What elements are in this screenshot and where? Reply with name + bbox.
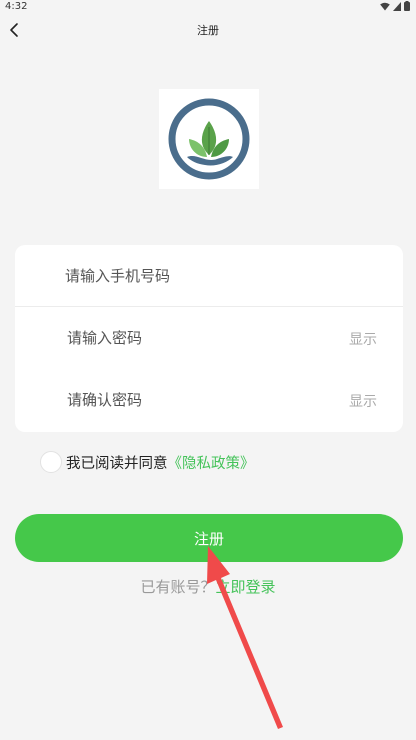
signal-icon xyxy=(393,1,401,11)
status-time: 4:32 xyxy=(5,1,28,12)
leaf-logo-icon xyxy=(168,98,250,180)
nav-bar: 注册 xyxy=(0,15,416,45)
status-icons xyxy=(380,1,410,11)
app-logo xyxy=(159,89,259,189)
wifi-icon xyxy=(380,2,390,10)
phone-field-row xyxy=(15,245,403,307)
login-row: 已有账号？立即登录 xyxy=(0,576,416,597)
show-confirm-password-toggle[interactable]: 显示 xyxy=(349,391,377,411)
confirm-password-input[interactable] xyxy=(67,369,337,431)
status-bar: 4:32 xyxy=(0,0,416,15)
agreement-checkbox[interactable] xyxy=(40,451,62,473)
page-title: 注册 xyxy=(197,24,219,37)
agreement-row: 我已阅读并同意 《隐私政策》 xyxy=(40,450,255,474)
battery-icon xyxy=(404,1,410,11)
login-link[interactable]: 立即登录 xyxy=(216,578,276,596)
confirm-password-field-row: 显示 xyxy=(15,369,403,431)
password-field-row: 显示 xyxy=(15,307,403,369)
have-account-text: 已有账号？ xyxy=(140,578,216,596)
phone-input[interactable] xyxy=(65,245,335,307)
privacy-policy-link[interactable]: 《隐私政策》 xyxy=(168,452,255,473)
agreement-text: 我已阅读并同意 xyxy=(66,455,168,472)
password-input[interactable] xyxy=(67,307,337,369)
register-form: 显示 显示 xyxy=(15,245,403,432)
show-password-toggle[interactable]: 显示 xyxy=(349,329,377,349)
register-button[interactable]: 注册 xyxy=(15,514,403,562)
